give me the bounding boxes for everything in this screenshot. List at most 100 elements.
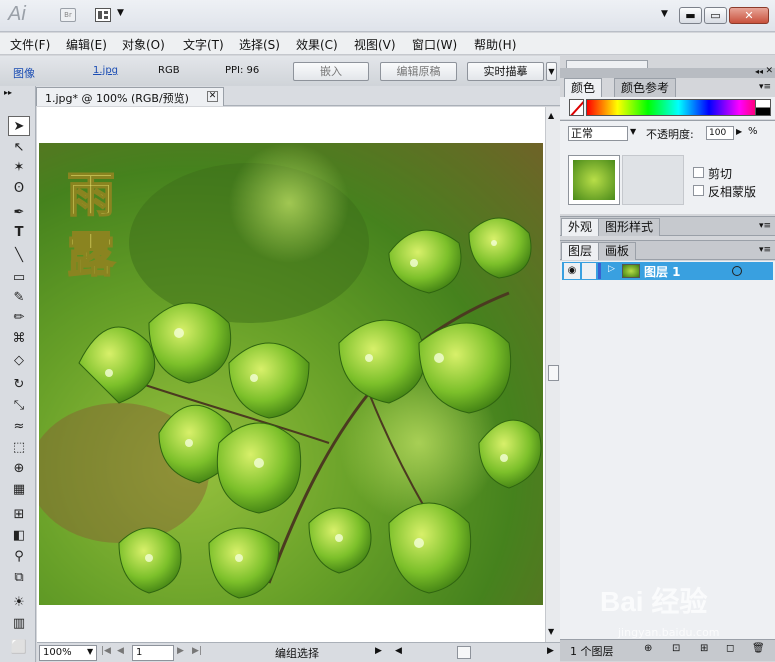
artboard-number-select[interactable]: 1	[132, 645, 174, 661]
menu-view[interactable]: 视图(V)	[354, 36, 396, 53]
vertical-scrollbar[interactable]: ▲ ▼	[545, 107, 560, 642]
bridge-button[interactable]: Br	[60, 8, 76, 22]
target-icon[interactable]	[732, 266, 742, 276]
rectangle-tool-icon[interactable]: ▭	[8, 268, 30, 288]
menu-edit[interactable]: 编辑(E)	[66, 36, 107, 53]
collapse-panel-icon[interactable]: ▸▸	[4, 88, 12, 97]
close-dock-icon[interactable]: ✕	[765, 66, 773, 76]
new-sublayer-icon[interactable]: ⊞	[700, 643, 708, 654]
new-layer-icon[interactable]: ◻	[726, 643, 734, 654]
lasso-tool-icon[interactable]: ʘ	[8, 179, 30, 199]
trace-options-dropdown[interactable]: ▼	[546, 62, 557, 81]
chevron-down-icon[interactable]: ▼	[661, 9, 668, 19]
panel-menu-icon[interactable]: ▾≡	[759, 82, 771, 92]
baidu-watermark-url: jingyan.baidu.com	[618, 626, 720, 639]
none-swatch-icon[interactable]	[569, 99, 584, 116]
live-trace-button[interactable]: 实时描摹	[467, 62, 544, 81]
menu-file[interactable]: 文件(F)	[10, 36, 50, 53]
close-tab-icon[interactable]: ✕	[207, 91, 218, 102]
scale-tool-icon[interactable]: ⤡	[8, 396, 30, 416]
lock-toggle-icon[interactable]	[582, 263, 596, 279]
next-artboard-icon[interactable]: ▶	[177, 646, 184, 656]
locate-object-icon[interactable]: ⊕	[644, 643, 652, 654]
eyedropper-tool-icon[interactable]: ⚲	[8, 547, 30, 567]
blob-brush-tool-icon[interactable]: ⌘	[8, 329, 30, 349]
menu-window[interactable]: 窗口(W)	[412, 36, 457, 53]
gradient-tool-icon[interactable]: ◧	[8, 526, 30, 546]
minimize-button[interactable]: ▬	[679, 7, 702, 24]
scroll-thumb[interactable]	[548, 365, 559, 381]
tab-appearance[interactable]: 外观	[561, 218, 600, 236]
shape-builder-tool-icon[interactable]: ⊕	[8, 459, 30, 479]
layers-panel-header: 图层 画板 ▾≡	[560, 240, 775, 260]
blend-mode-select[interactable]: 正常	[568, 126, 628, 141]
clipping-mask-icon[interactable]: ⊡	[672, 643, 680, 654]
free-transform-tool-icon[interactable]: ⬚	[8, 438, 30, 458]
chevron-down-icon[interactable]: ▼	[117, 8, 124, 18]
linked-file-link[interactable]: 1.jpg	[93, 65, 118, 76]
menu-type[interactable]: 文字(T)	[183, 36, 224, 53]
layer-name[interactable]: 图层 1	[644, 263, 681, 280]
scroll-down-icon[interactable]: ▼	[548, 627, 554, 636]
current-tool-status[interactable]: 编组选择	[275, 645, 319, 661]
tab-layers[interactable]: 图层	[561, 242, 600, 260]
eye-visibility-icon[interactable]: ◉	[564, 263, 580, 279]
edit-original-button[interactable]: 编辑原稿	[380, 62, 457, 81]
first-artboard-icon[interactable]: |◀	[101, 646, 111, 656]
selection-tool-icon[interactable]: ➤	[8, 116, 30, 136]
tab-color-guide[interactable]: 颜色参考	[614, 78, 677, 97]
panel-menu-icon[interactable]: ▾≡	[759, 221, 771, 231]
collapse-dock-icon[interactable]: ◂◂	[755, 67, 763, 76]
paintbrush-tool-icon[interactable]: ✎	[8, 288, 30, 308]
document-tab[interactable]: 1.jpg* @ 100% (RGB/预览) ✕	[36, 87, 224, 106]
maximize-button[interactable]: ▭	[704, 7, 727, 24]
last-artboard-icon[interactable]: ▶|	[192, 646, 202, 656]
menu-select[interactable]: 选择(S)	[239, 36, 280, 53]
tab-artboards[interactable]: 画板	[598, 242, 637, 260]
status-menu-icon[interactable]: ▶	[375, 646, 382, 656]
invert-mask-checkbox[interactable]	[693, 185, 704, 196]
perspective-grid-tool-icon[interactable]: ▦	[8, 480, 30, 500]
embed-button[interactable]: 嵌入	[293, 62, 369, 81]
close-button[interactable]: ✕	[729, 7, 769, 24]
placed-image[interactable]: 雨 露	[39, 143, 543, 605]
direct-selection-tool-icon[interactable]: ↖	[8, 138, 30, 158]
scroll-right-icon[interactable]: ▶	[547, 646, 554, 656]
symbol-sprayer-tool-icon[interactable]: ☀	[8, 593, 30, 613]
mesh-tool-icon[interactable]: ⊞	[8, 505, 30, 525]
pen-tool-icon[interactable]: ✒	[8, 203, 30, 223]
tab-graphic-styles[interactable]: 图形样式	[598, 218, 661, 236]
warp-tool-icon[interactable]: ≈	[8, 417, 30, 437]
mask-thumbnail[interactable]	[622, 155, 684, 205]
color-spectrum-ramp[interactable]	[586, 99, 771, 116]
artboard-tool-icon[interactable]: ⬜	[8, 638, 30, 658]
tab-color[interactable]: 颜色	[564, 78, 603, 97]
rotate-tool-icon[interactable]: ↻	[8, 375, 30, 395]
opacity-label: 不透明度:	[646, 128, 694, 141]
trash-icon[interactable]: 🗑	[752, 643, 765, 654]
type-tool-icon[interactable]: T	[8, 223, 30, 243]
line-tool-icon[interactable]: ╲	[8, 246, 30, 266]
menu-object[interactable]: 对象(O)	[122, 36, 165, 53]
opacity-input[interactable]: 100	[706, 126, 734, 140]
black-white-swatch[interactable]	[755, 99, 771, 116]
expand-layer-icon[interactable]: ▷	[608, 264, 615, 274]
chevron-down-icon[interactable]: ▼	[630, 127, 636, 136]
eraser-tool-icon[interactable]: ◇	[8, 351, 30, 371]
blend-tool-icon[interactable]: ⧉	[8, 568, 30, 588]
chevron-down-icon[interactable]: ▼	[87, 647, 93, 656]
pencil-tool-icon[interactable]: ✏	[8, 308, 30, 328]
menu-effect[interactable]: 效果(C)	[296, 36, 338, 53]
clip-checkbox[interactable]	[693, 167, 704, 178]
magic-wand-tool-icon[interactable]: ✶	[8, 158, 30, 178]
horizontal-scroll-thumb[interactable]	[457, 646, 471, 659]
column-graph-tool-icon[interactable]: ▥	[8, 614, 30, 634]
chevron-right-icon[interactable]: ▶	[736, 127, 742, 136]
previous-artboard-icon[interactable]: ◀	[117, 646, 124, 656]
workspace-switcher-icon[interactable]	[95, 8, 111, 22]
layer-row[interactable]: ◉ ▷ 图层 1	[562, 262, 773, 280]
scroll-left-icon[interactable]: ◀	[395, 646, 402, 656]
menu-help[interactable]: 帮助(H)	[474, 36, 516, 53]
scroll-up-icon[interactable]: ▲	[548, 111, 554, 120]
panel-menu-icon[interactable]: ▾≡	[759, 245, 771, 255]
